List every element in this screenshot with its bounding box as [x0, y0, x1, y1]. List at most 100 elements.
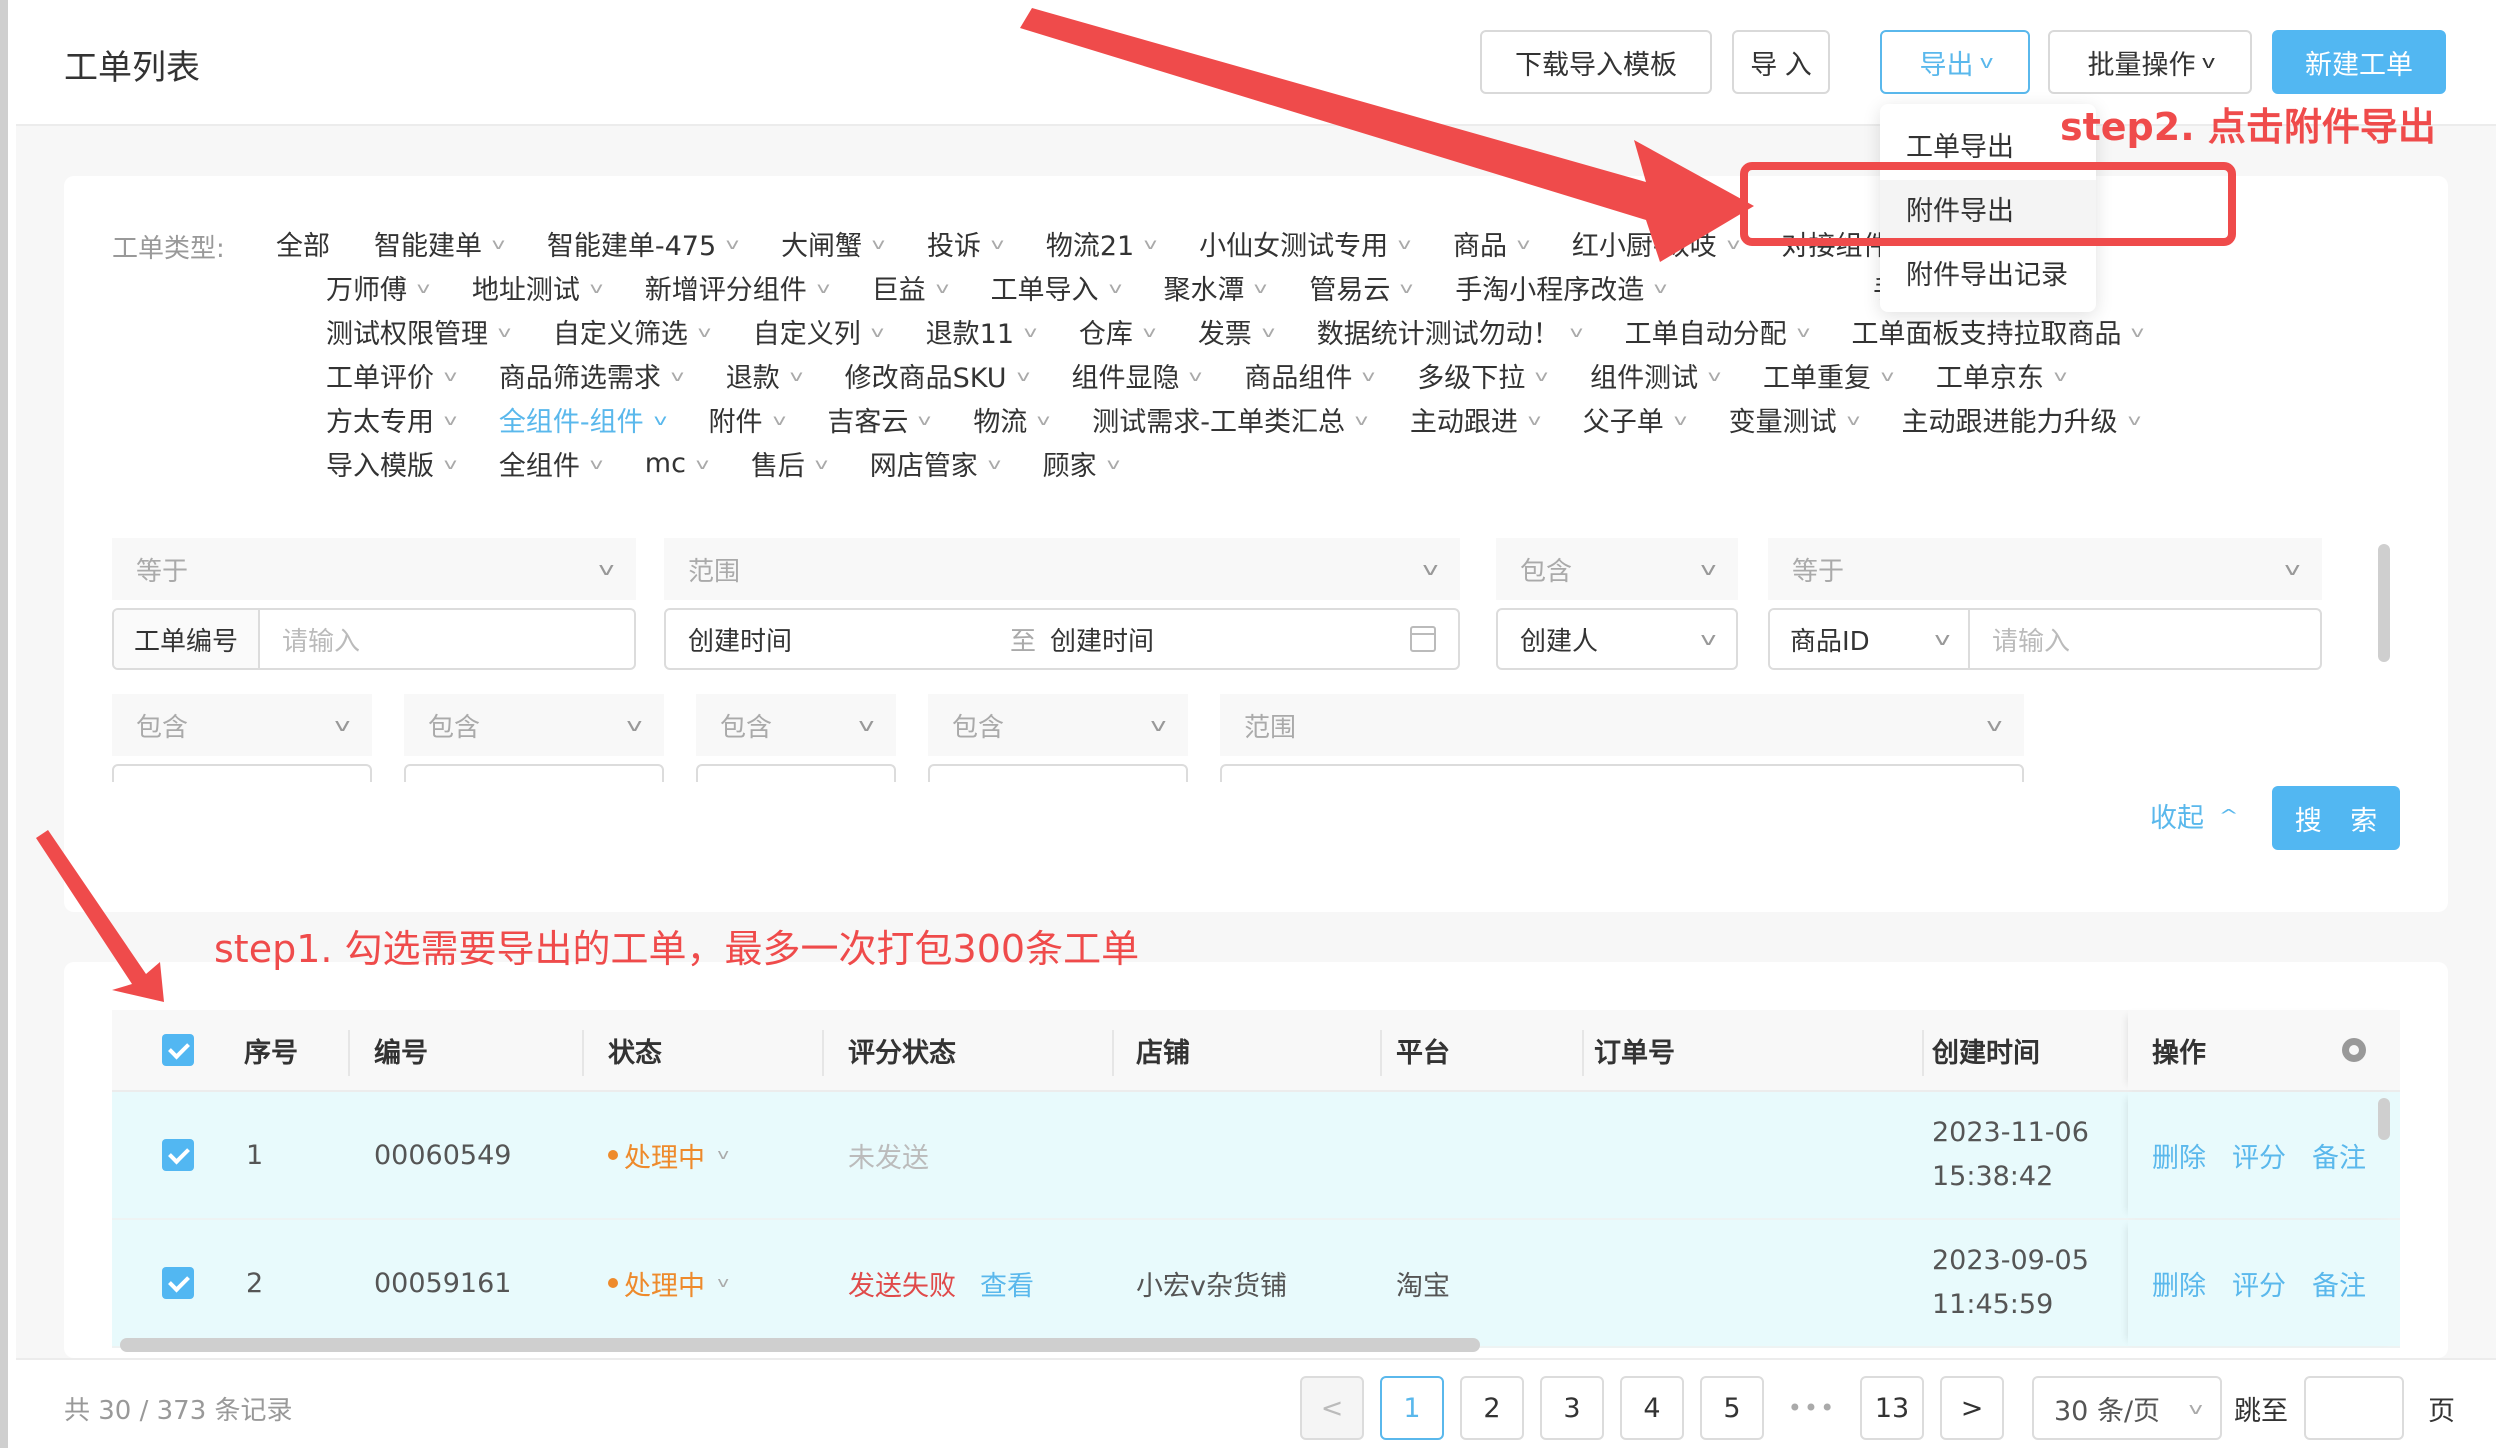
category-item[interactable]: 手淘小程序改造 v: [1455, 268, 1667, 307]
table-row[interactable]: 1 00060549 处理中 v 未发送 2023-11-06 15:38:42 删…: [112, 1092, 2400, 1220]
operator-select-2-4[interactable]: 包含 v: [928, 694, 1188, 756]
operator-select-2-1[interactable]: 包含 v: [112, 694, 372, 756]
category-item[interactable]: 物流 v: [973, 400, 1050, 439]
category-item[interactable]: 聚水潭 v: [1163, 268, 1267, 307]
row-checkbox[interactable]: [162, 1267, 194, 1299]
search-button[interactable]: 搜 索: [2272, 786, 2400, 850]
rate-link[interactable]: 评分: [2232, 1136, 2286, 1175]
category-item[interactable]: 管易云 v: [1309, 268, 1413, 307]
category-item[interactable]: 工单自动分配 v: [1625, 312, 1810, 351]
create-ticket-button[interactable]: 新建工单: [2272, 30, 2446, 94]
category-item[interactable]: 大闸蟹 v: [781, 224, 885, 263]
next-page-button[interactable]: >: [1940, 1376, 2004, 1440]
operator-select-ticket-no[interactable]: 等于 v: [112, 538, 636, 600]
category-item[interactable]: 测试权限管理 v: [326, 312, 511, 351]
calendar-icon[interactable]: [1410, 626, 1436, 652]
status-select[interactable]: 处理中 v: [608, 1136, 729, 1175]
category-item[interactable]: 商品组件 v: [1244, 356, 1375, 395]
operator-select-product-id[interactable]: 等于 v: [1768, 538, 2322, 600]
category-item[interactable]: 多级下拉 v: [1417, 356, 1548, 395]
category-item[interactable]: 自定义筛选 v: [553, 312, 711, 351]
end-date-input[interactable]: 创建时间: [1050, 621, 1410, 658]
delete-link[interactable]: 删除: [2152, 1264, 2206, 1303]
start-date-input[interactable]: 创建时间: [666, 621, 996, 658]
batch-operations-button[interactable]: 批量操作 v: [2048, 30, 2252, 94]
category-item[interactable]: 修改商品SKU v: [845, 356, 1030, 395]
page-size-select[interactable]: 30 条/页 v: [2032, 1376, 2222, 1440]
product-field-select[interactable]: 商品ID v: [1770, 610, 1970, 668]
category-item[interactable]: 仓库 v: [1079, 312, 1156, 351]
category-item[interactable]: 主动跟进能力升级 v: [1902, 400, 2141, 439]
note-link[interactable]: 备注: [2312, 1136, 2366, 1175]
category-item[interactable]: 工单重复 v: [1763, 356, 1894, 395]
filter-field-clipped[interactable]: [112, 764, 372, 782]
import-button[interactable]: 导 入: [1732, 30, 1830, 94]
category-item[interactable]: 自定义列 v: [753, 312, 884, 351]
category-item[interactable]: 物流21 v: [1046, 224, 1157, 263]
category-item[interactable]: 退款11 v: [926, 312, 1037, 351]
category-item[interactable]: 工单京东 v: [1936, 356, 2067, 395]
category-item[interactable]: 组件测试 v: [1590, 356, 1721, 395]
filter-field-clipped[interactable]: [696, 764, 896, 782]
category-item[interactable]: 导入模版 v: [326, 444, 457, 483]
select-all-checkbox[interactable]: [162, 1034, 194, 1066]
prev-page-button[interactable]: <: [1300, 1376, 1364, 1440]
category-item[interactable]: 投诉 v: [927, 224, 1004, 263]
note-link[interactable]: 备注: [2312, 1264, 2366, 1303]
gear-icon[interactable]: [2342, 1038, 2366, 1062]
category-item[interactable]: 智能建单-475 v: [547, 224, 739, 263]
ticket-no-input[interactable]: 请输入: [260, 621, 634, 658]
category-item[interactable]: 组件显隐 v: [1071, 356, 1202, 395]
row-checkbox[interactable]: [162, 1139, 194, 1171]
operator-select-created-time[interactable]: 范围 v: [664, 538, 1460, 600]
delete-link[interactable]: 删除: [2152, 1136, 2206, 1175]
page-3[interactable]: 3: [1540, 1376, 1604, 1440]
operator-select-2-2[interactable]: 包含 v: [404, 694, 664, 756]
filter-field-clipped[interactable]: [928, 764, 1188, 782]
category-item[interactable]: 智能建单 v: [374, 224, 505, 263]
category-item[interactable]: 红小厨-数吱 v: [1572, 224, 1740, 263]
category-item[interactable]: 商品 v: [1453, 224, 1530, 263]
category-item[interactable]: 父子单 v: [1583, 400, 1687, 439]
category-item[interactable]: 售后 v: [751, 444, 828, 483]
sidebar-scrollbar[interactable]: [0, 0, 8, 1448]
category-item[interactable]: 方太专用 v: [326, 400, 457, 439]
category-item[interactable]: 退款 v: [726, 356, 803, 395]
category-item[interactable]: 巨益 v: [872, 268, 949, 307]
category-item[interactable]: 发票 v: [1198, 312, 1275, 351]
operator-select-creator[interactable]: 包含 v: [1496, 538, 1738, 600]
category-item[interactable]: 万师傅 v: [326, 268, 430, 307]
table-vertical-scrollbar[interactable]: [2378, 1098, 2390, 1140]
created-time-range[interactable]: 创建时间 至 创建时间: [664, 608, 1460, 670]
more-pages-ellipsis[interactable]: •••: [1780, 1394, 1844, 1422]
filter-field-clipped[interactable]: [404, 764, 664, 782]
filter-field-clipped[interactable]: [1220, 764, 2024, 782]
page-2[interactable]: 2: [1460, 1376, 1524, 1440]
collapse-filters-link[interactable]: 收起 ^: [2150, 796, 2239, 835]
download-template-button[interactable]: 下载导入模板: [1480, 30, 1712, 94]
jump-page-input[interactable]: [2304, 1376, 2404, 1440]
category-item[interactable]: 商品筛选需求 v: [499, 356, 684, 395]
category-item[interactable]: 全组件-组件 v: [499, 400, 667, 439]
export-button[interactable]: 导出 v: [1880, 30, 2030, 94]
page-last[interactable]: 13: [1860, 1376, 1924, 1440]
category-item[interactable]: 小仙女测试专用 v: [1199, 224, 1411, 263]
category-item[interactable]: 吉客云 v: [827, 400, 931, 439]
category-item[interactable]: 附件 v: [709, 400, 786, 439]
menu-item-attachment-export-records[interactable]: 附件导出记录: [1880, 244, 2096, 308]
category-item[interactable]: 顾家 v: [1043, 444, 1120, 483]
rate-link[interactable]: 评分: [2232, 1264, 2286, 1303]
view-rating-link[interactable]: 查看: [980, 1264, 1034, 1303]
status-select[interactable]: 处理中 v: [608, 1264, 729, 1303]
category-item[interactable]: 地址测试 v: [472, 268, 603, 307]
operator-select-2-5[interactable]: 范围 v: [1220, 694, 2024, 756]
page-1[interactable]: 1: [1380, 1376, 1444, 1440]
filter-scrollbar[interactable]: [2378, 544, 2390, 662]
category-item[interactable]: 全部: [276, 224, 330, 263]
category-item[interactable]: 工单面板支持拉取商品 v: [1851, 312, 2144, 351]
creator-select[interactable]: 创建人 v: [1496, 608, 1738, 670]
page-5[interactable]: 5: [1700, 1376, 1764, 1440]
operator-select-2-3[interactable]: 包含 v: [696, 694, 896, 756]
category-item[interactable]: mc v: [645, 444, 709, 483]
page-4[interactable]: 4: [1620, 1376, 1684, 1440]
